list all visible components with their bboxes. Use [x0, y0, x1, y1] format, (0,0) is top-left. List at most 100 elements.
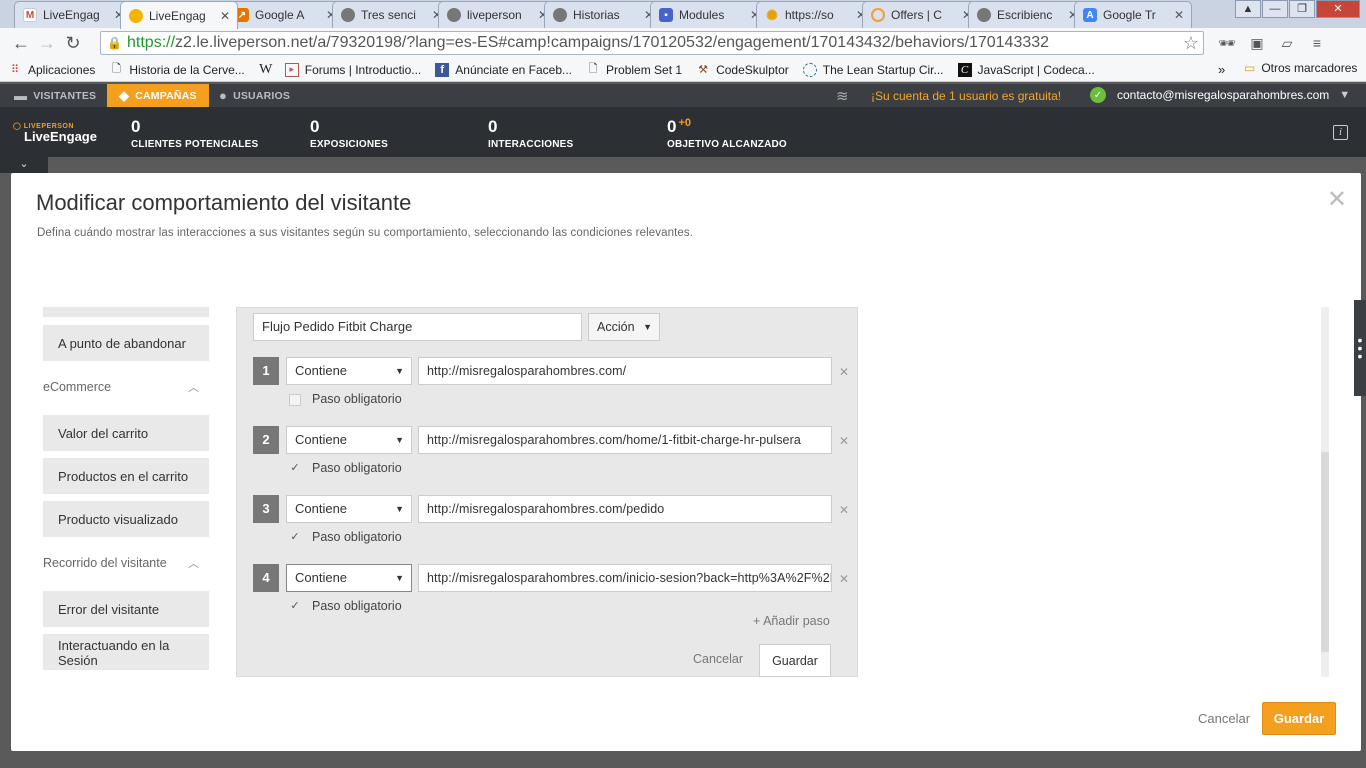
layers-icon[interactable]: ≋ [836, 87, 849, 105]
sidebar-item-visitor-error[interactable]: Error del visitante [43, 591, 209, 627]
flow-save-button[interactable]: Guardar [759, 644, 831, 677]
nav-campanas[interactable]: ◆ CAMPAÑAS [107, 84, 209, 107]
browser-tab[interactable]: Historias ✕ [544, 1, 662, 28]
minimize-icon[interactable]: — [1262, 0, 1288, 18]
url-text: z2.le.liveperson.net/a/79320198/?lang=es… [175, 34, 1050, 51]
browser-tab[interactable]: ✺ https://so ✕ [756, 1, 874, 28]
remove-step-icon[interactable]: ✕ [839, 434, 849, 448]
close-icon[interactable]: ✕ [1173, 8, 1185, 22]
screenshot-extension-icon[interactable]: ▣ [1242, 31, 1272, 55]
browser-tab[interactable]: Offers | C ✕ [862, 1, 980, 28]
nav-usuarios[interactable]: ● USUARIOS [207, 84, 302, 107]
chevron-down-icon: ▼ [1339, 89, 1351, 101]
bookmark-item[interactable]: C JavaScript | Codeca... [957, 62, 1095, 77]
step-url-input[interactable]: http://misregalosparahombres.com/pedido [418, 495, 832, 523]
browser-tab[interactable]: A Google Tr ✕ [1074, 1, 1192, 28]
action-dropdown[interactable]: Acción ▼ [588, 313, 660, 341]
remove-step-icon[interactable]: ✕ [839, 572, 849, 586]
menu-icon[interactable]: ≡ [1302, 31, 1332, 55]
profile-icon[interactable]: ▲ [1235, 0, 1261, 18]
bookmarks-overflow-button[interactable]: » [1218, 62, 1225, 77]
bookmark-item[interactable]: f Anúnciate en Faceb... [435, 62, 572, 77]
bookmark-label: Aplicaciones [28, 62, 96, 77]
reload-icon[interactable]: ↻ [60, 30, 86, 56]
account-email: contacto@misregalosparahombres.com [1117, 88, 1330, 102]
step-url-input[interactable]: http://misregalosparahombres.com/inicio-… [418, 564, 832, 592]
bookmark-item[interactable]: The Lean Startup Cir... [802, 62, 944, 77]
info-icon[interactable]: i [1333, 125, 1348, 140]
modal-save-button[interactable]: Guardar [1262, 702, 1336, 735]
url-protocol: https:// [127, 34, 176, 51]
incognito-extension-icon[interactable]: 🕶 [1212, 31, 1242, 55]
chevron-down-icon[interactable]: ⌄ [0, 157, 48, 173]
mandatory-checkbox-checked[interactable]: ✓ [289, 463, 301, 475]
step-url-input[interactable]: http://misregalosparahombres.com/home/1-… [418, 426, 832, 454]
bookmark-item[interactable]: W [259, 62, 279, 77]
address-bar[interactable]: 🔒 https://z2.le.liveperson.net/a/7932019… [100, 31, 1204, 55]
free-account-promo[interactable]: ¡Su cuenta de 1 usuario es gratuita! [871, 89, 1061, 103]
sidebar-item-label: Error del visitante [58, 601, 160, 617]
browser-tab[interactable]: M LiveEngag ✕ [14, 1, 132, 28]
sidebar-item-cart-value[interactable]: Valor del carrito [43, 415, 209, 451]
nav-visitantes[interactable]: ▬ VISITANTES [2, 84, 108, 107]
nav-label: CAMPAÑAS [135, 89, 197, 102]
flow-name-input[interactable]: Flujo Pedido Fitbit Charge [253, 313, 582, 341]
add-step-link[interactable]: + Añadir paso [753, 614, 830, 628]
maximize-icon[interactable]: ❐ [1289, 0, 1315, 18]
flow-cancel-button[interactable]: Cancelar [693, 652, 743, 666]
dots-icon: • • • [1357, 332, 1363, 364]
mandatory-checkbox-checked[interactable]: ✓ [289, 532, 301, 544]
forward-icon[interactable]: → [34, 30, 60, 56]
chevron-down-icon: ▼ [395, 573, 404, 583]
mandatory-label: Paso obligatorio [312, 599, 402, 613]
close-icon[interactable]: ✕ [219, 9, 231, 23]
chevron-down-icon: ▼ [395, 504, 404, 514]
sidebar-item-cart-products[interactable]: Productos en el carrito [43, 458, 209, 494]
step-url-input[interactable]: http://misregalosparahombres.com/ [418, 357, 832, 385]
account-menu[interactable]: ✓ contacto@misregalosparahombres.com ▼ [1090, 87, 1350, 103]
modal-cancel-button[interactable]: Cancelar [1198, 711, 1250, 726]
close-icon[interactable]: ✕ [1327, 185, 1347, 214]
step-operator-select[interactable]: Contiene ▼ [286, 495, 412, 523]
tab-label: https://so [785, 8, 834, 22]
bookmark-item[interactable]: ▸ Forums | Introductio... [284, 62, 421, 77]
mandatory-checkbox[interactable] [289, 394, 301, 406]
mandatory-checkbox-checked[interactable]: ✓ [289, 601, 301, 613]
bookmark-star-icon[interactable]: ☆ [1183, 33, 1199, 54]
back-icon[interactable]: ← [8, 30, 34, 56]
browser-tab[interactable]: Tres senci ✕ [332, 1, 450, 28]
window-close-icon[interactable]: ✕ [1316, 0, 1360, 18]
browser-tab[interactable]: ▪ Modules ✕ [650, 1, 768, 28]
step-operator-select[interactable]: Contiene ▼ [286, 357, 412, 385]
tab-label: Google A [255, 8, 305, 22]
step-number: 1 [253, 357, 279, 385]
other-bookmarks-folder[interactable]: ▭ Otros marcadores [1244, 61, 1357, 75]
browser-tab[interactable]: ↗ Google A ✕ [226, 1, 344, 28]
gmail-icon: M [23, 8, 37, 22]
bookmark-item[interactable]: 🗋 Historia de la Cerve... [109, 63, 245, 77]
modal-scrollbar[interactable] [1321, 307, 1329, 677]
remove-step-icon[interactable]: ✕ [839, 365, 849, 379]
sidebar-item-product-viewed[interactable]: Producto visualizado [43, 501, 209, 537]
sidebar-item-session-interacting[interactable]: Interactuando en la Sesión [43, 634, 209, 670]
step-operator-select[interactable]: Contiene ▼ [286, 426, 412, 454]
browser-tab[interactable]: Escribienc ✕ [968, 1, 1086, 28]
sidebar-item-partial[interactable] [43, 307, 209, 317]
chat-icon: ▬ [14, 88, 28, 103]
step-operator-select[interactable]: Contiene ▼ [286, 564, 412, 592]
bookmark-item[interactable]: ⚒ CodeSkulptor [696, 63, 789, 77]
browser-tab[interactable]: liveperson ✕ [438, 1, 556, 28]
cast-extension-icon[interactable]: ▱ [1272, 31, 1302, 55]
sidebar-item-abandon[interactable]: A punto de abandonar [43, 325, 209, 361]
sidebar-section-journey[interactable]: Recorrido del visitante ︿ [43, 555, 209, 571]
page-icon: 🗋 [588, 63, 598, 75]
side-panel-handle[interactable]: • • • [1354, 300, 1366, 396]
scrollbar-thumb[interactable] [1321, 452, 1329, 652]
bookmark-item[interactable]: 🗋 Problem Set 1 [586, 63, 682, 77]
tab-label: Tres senci [361, 8, 416, 22]
bookmark-item[interactable]: ⠿ Aplicaciones [8, 63, 95, 77]
sidebar-section-ecommerce[interactable]: eCommerce ︿ [43, 379, 209, 395]
browser-tab-active[interactable]: LiveEngag ✕ [120, 1, 238, 29]
remove-step-icon[interactable]: ✕ [839, 503, 849, 517]
blog-icon [341, 8, 355, 22]
